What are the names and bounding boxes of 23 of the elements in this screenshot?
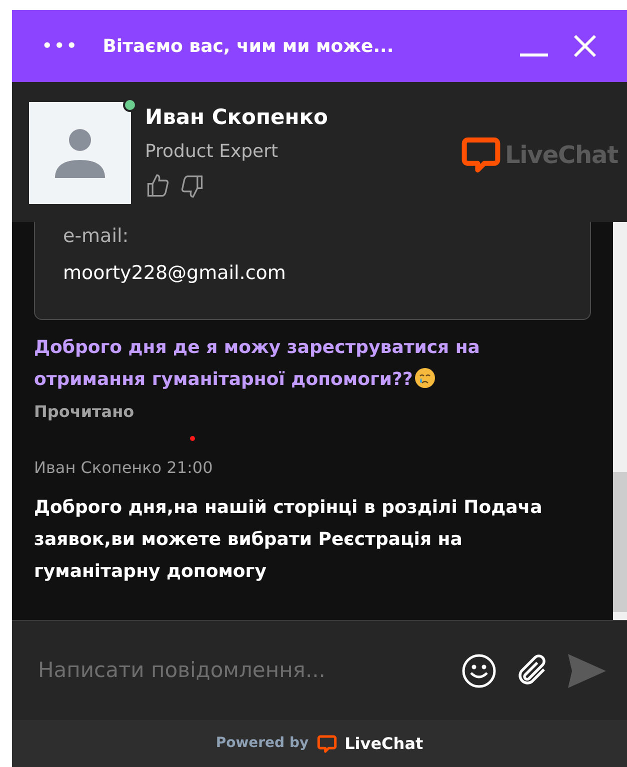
message-author-time: Иван Скопенко 21:00 (34, 457, 214, 479)
thumbs-down-icon[interactable] (179, 172, 205, 198)
agent-role: Product Expert (145, 140, 280, 164)
field-label: e-mail: (63, 224, 130, 249)
message-input[interactable]: Написати повідомлення... (38, 654, 445, 686)
visitor-message: Доброго дня де я можу зареструватися на отримання гуманітарної допомоги?? (34, 337, 480, 390)
read-status: Прочитано (34, 401, 136, 423)
emoji-icon[interactable] (461, 652, 497, 688)
agent-name: Иван Скопенко (145, 104, 328, 131)
window-title: Вітаємо вас, чим ми може... (102, 34, 395, 58)
close-icon[interactable] (573, 34, 597, 58)
thumbs-up-icon[interactable] (145, 172, 171, 198)
person-icon (54, 128, 106, 178)
agent-message: Доброго дня,на нашій сторінці в розділі Подача заявок,ви можете вибрати Реєстрація на гуманітарну допомогу (34, 496, 544, 584)
scrollbar[interactable] (613, 222, 627, 620)
brand-logo-text: LiveChat (344, 732, 424, 754)
powered-by-text: Powered by (216, 734, 309, 753)
dot-mark (190, 436, 195, 441)
field-value: moorty228@gmail.com (63, 260, 287, 286)
menu-button[interactable]: ••• (42, 34, 79, 58)
chat-bubble-icon (316, 734, 337, 754)
chat-bubble-icon (460, 135, 501, 175)
scrollbar-thumb[interactable] (613, 472, 627, 612)
